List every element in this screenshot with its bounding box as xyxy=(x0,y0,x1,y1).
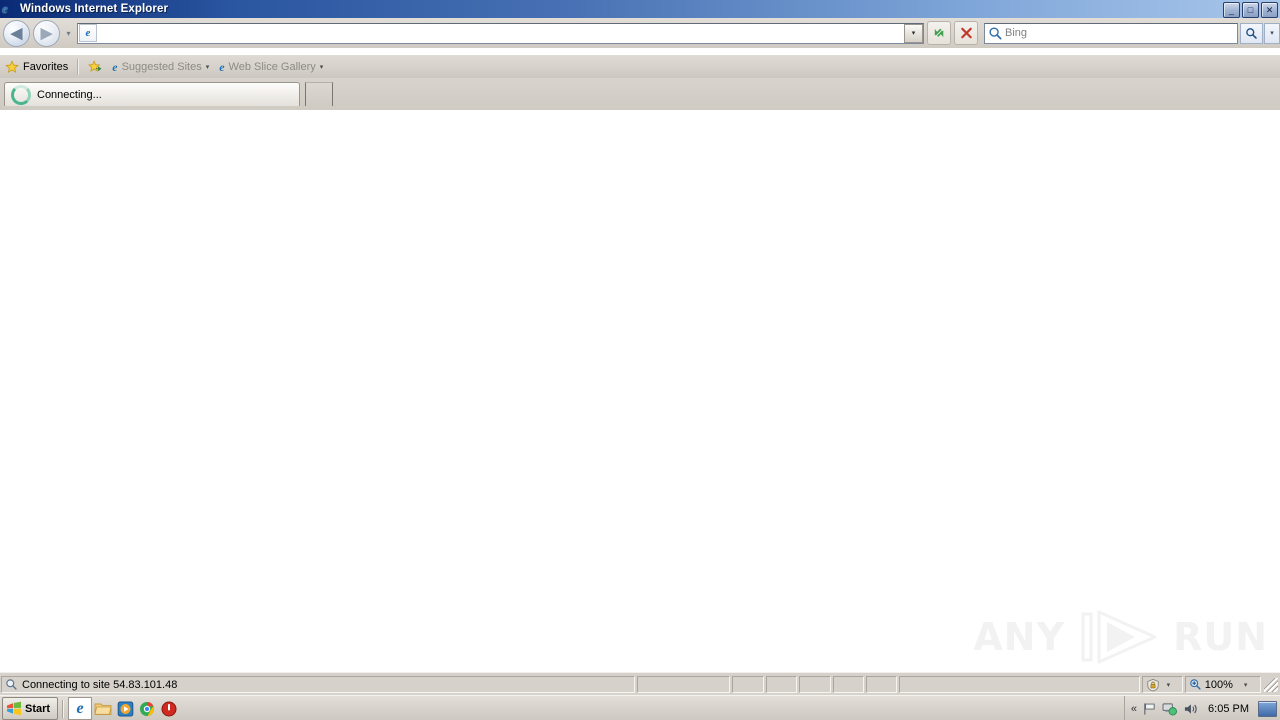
security-zone-panel[interactable]: ▾ xyxy=(1141,676,1183,693)
add-to-favorites-bar-button[interactable] xyxy=(83,57,107,76)
chrome-icon xyxy=(140,701,155,716)
refresh-button[interactable] xyxy=(927,21,951,45)
taskbar: Start e « 6:05 PM xyxy=(0,695,1280,720)
quick-launch-separator xyxy=(62,699,65,718)
play-triangle-icon xyxy=(1081,610,1157,664)
search-globe-icon xyxy=(6,679,17,690)
anyrun-watermark: ANY RUN xyxy=(973,608,1268,666)
favorites-label: Favorites xyxy=(23,60,69,73)
start-label: Start xyxy=(25,702,51,715)
status-bar: Connecting to site 54.83.101.48 ▾ 100% ▾ xyxy=(0,672,1280,696)
status-panel-zone-spacer xyxy=(899,676,1140,693)
favorites-separator xyxy=(77,58,80,75)
flag-icon[interactable] xyxy=(1142,702,1157,716)
status-panel-2 xyxy=(732,676,764,693)
favorites-item-web-slice-gallery[interactable]: e Web Slice Gallery ▾ xyxy=(214,57,328,76)
taskbar-item-shutdown-tool[interactable] xyxy=(158,698,180,719)
status-panel-progress xyxy=(637,676,731,693)
start-button[interactable]: Start xyxy=(2,697,59,720)
address-favicon-icon: e xyxy=(79,24,97,42)
taskbar-item-google-chrome[interactable] xyxy=(136,698,158,719)
internet-explorer-icon: e xyxy=(76,699,84,717)
clock[interactable]: 6:05 PM xyxy=(1204,703,1253,715)
address-input[interactable] xyxy=(97,25,904,41)
minimize-button[interactable]: _ xyxy=(1223,2,1240,18)
media-player-icon xyxy=(117,701,133,716)
system-tray: « 6:05 PM xyxy=(1123,696,1280,720)
zoom-level-panel[interactable]: 100% ▾ xyxy=(1184,676,1262,693)
search-icon xyxy=(989,26,1002,39)
speaker-icon[interactable] xyxy=(1183,702,1199,716)
address-bar[interactable]: e ▾ xyxy=(77,22,924,44)
refresh-icon xyxy=(934,28,943,37)
browser-tab[interactable]: Connecting... xyxy=(4,82,300,106)
internet-explorer-icon: e xyxy=(112,59,118,74)
window-controls: _ □ ✕ xyxy=(1223,2,1278,18)
page-content-area[interactable]: ANY RUN xyxy=(0,110,1280,672)
favorites-item-label: Web Slice Gallery xyxy=(228,60,316,73)
internet-explorer-icon: e xyxy=(219,59,225,74)
network-icon[interactable] xyxy=(1162,702,1178,716)
zoom-in-icon xyxy=(1189,679,1201,690)
windows-logo-icon xyxy=(7,701,21,716)
tab-title: Connecting... xyxy=(37,88,102,101)
taskbar-item-file-explorer[interactable] xyxy=(92,698,114,719)
status-panel-5 xyxy=(832,676,864,693)
security-zone-icon xyxy=(1146,678,1159,691)
search-provider-dropdown[interactable]: ▾ xyxy=(1264,22,1280,44)
watermark-text-right: RUN xyxy=(1173,615,1268,659)
chevron-down-icon: ▾ xyxy=(319,63,324,71)
taskbar-item-media-player[interactable] xyxy=(114,698,136,719)
recent-pages-caret[interactable]: ▾ xyxy=(63,29,74,38)
power-icon xyxy=(161,701,177,716)
stop-button[interactable] xyxy=(954,21,978,45)
tab-strip: Connecting... ▾ xyxy=(0,78,1280,180)
watermark-text-left: ANY xyxy=(973,615,1066,659)
status-message-panel: Connecting to site 54.83.101.48 xyxy=(1,676,636,693)
close-button[interactable]: ✕ xyxy=(1261,2,1278,18)
status-message: Connecting to site 54.83.101.48 xyxy=(22,678,178,691)
search-box[interactable] xyxy=(984,22,1238,44)
chevron-down-icon[interactable]: ▾ xyxy=(1167,681,1171,689)
close-x-icon xyxy=(960,27,972,38)
chevron-down-icon[interactable]: ▾ xyxy=(1244,681,1248,689)
internet-explorer-window: e Windows Internet Explorer _ □ ✕ ◀ ▶ ▾ … xyxy=(0,0,1280,720)
window-resize-grip[interactable] xyxy=(1264,677,1279,692)
new-tab-button[interactable] xyxy=(305,82,333,106)
status-panel-3 xyxy=(765,676,798,693)
maximize-button[interactable]: □ xyxy=(1242,2,1259,18)
search-go-button[interactable] xyxy=(1240,22,1263,44)
taskbar-item-internet-explorer[interactable]: e xyxy=(68,697,93,720)
show-desktop-button[interactable] xyxy=(1258,700,1277,717)
loading-spinner-icon xyxy=(11,84,31,105)
window-title: Windows Internet Explorer xyxy=(20,3,169,15)
zoom-level-label: 100% xyxy=(1204,678,1233,691)
tray-expand-button[interactable]: « xyxy=(1131,703,1137,715)
status-panel-4 xyxy=(799,676,831,693)
star-add-icon xyxy=(88,59,102,72)
status-panel-6 xyxy=(865,676,898,693)
star-icon xyxy=(5,59,19,73)
folder-icon xyxy=(94,703,112,715)
favorites-item-suggested-sites[interactable]: e Suggested Sites ▾ xyxy=(107,57,214,76)
favorites-bar: Favorites e Suggested Sites ▾ e Web Slic… xyxy=(0,55,1280,78)
search-input[interactable] xyxy=(1003,25,1237,41)
chevron-down-icon: ▾ xyxy=(205,63,210,71)
navigation-bar: ◀ ▶ ▾ e ▾ Bing ▾ xyxy=(0,18,1280,48)
title-bar[interactable]: e Windows Internet Explorer _ □ ✕ xyxy=(0,0,1280,18)
address-dropdown-button[interactable]: ▾ xyxy=(904,23,923,43)
search-icon xyxy=(1246,27,1257,39)
internet-explorer-icon: e xyxy=(2,1,8,16)
favorites-item-label: Suggested Sites xyxy=(121,60,202,73)
back-button[interactable]: ◀ xyxy=(3,19,30,47)
forward-button[interactable]: ▶ xyxy=(33,19,60,47)
favorites-center-button[interactable]: Favorites xyxy=(0,57,73,76)
